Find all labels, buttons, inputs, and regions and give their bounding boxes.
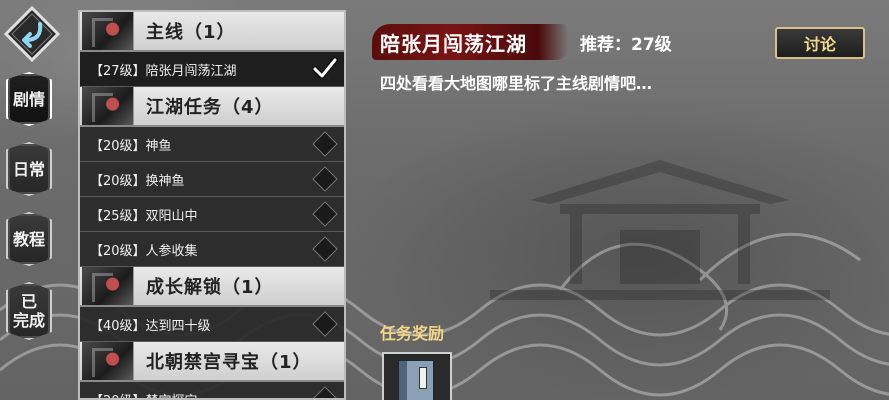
category-header-main[interactable]: 主线（1） [80,12,344,52]
quest-item-label: 【25级】双阳山中 [90,208,198,224]
category-thumbnail [82,87,134,125]
diamond-icon [312,201,338,227]
palace-gate-illustration [490,160,830,300]
reward-label: 任务奖励 [380,324,445,343]
category-thumbnail [82,342,134,380]
quest-item[interactable]: 【20级】禁宫探宝 [80,382,344,399]
tab-tutorial[interactable]: 教程 [6,212,52,266]
book-icon [398,360,434,400]
quest-item-label: 【40级】达到四十级 [90,318,211,334]
quest-item[interactable]: 【25级】双阳山中 [80,197,344,232]
category-header-jianghu[interactable]: 江湖任务（4） [80,87,344,127]
category-header-palace[interactable]: 北朝禁宫寻宝（1） [80,342,344,382]
quest-item[interactable]: 【27级】陪张月闯荡江湖 [80,52,344,87]
quest-list-panel: 主线（1） 【27级】陪张月闯荡江湖 江湖任务（4） 【20级】神鱼 【20级】… [78,10,346,400]
category-title: 江湖任务（4） [146,97,274,118]
category-title: 主线（1） [146,22,236,43]
quest-item[interactable]: 【20级】神鱼 [80,127,344,162]
tab-story[interactable]: 剧情 [6,72,52,126]
tab-tutorial-label: 教程 [12,229,45,249]
tab-story-label: 剧情 [12,89,45,109]
check-icon [312,57,338,79]
quest-item[interactable]: 【20级】换神鱼 [80,162,344,197]
tab-completed[interactable]: 已 完成 [6,282,52,340]
diamond-icon [312,386,338,398]
quest-description: 四处看看大地图哪里标了主线剧情吧… [380,74,653,93]
tab-completed-label: 已 完成 [13,292,45,330]
quest-item-label: 【27级】陪张月闯荡江湖 [90,63,237,79]
back-arrow-icon[interactable] [4,6,60,62]
quest-item-label: 【20级】换神鱼 [90,173,185,189]
quest-title: 陪张月闯荡江湖 [380,31,527,56]
recommended-level: 推荐：27级 [580,35,672,55]
tab-completed-label-line2: 完成 [12,311,45,330]
category-thumbnail [82,12,134,50]
diamond-icon [312,131,338,157]
discuss-button[interactable]: 讨论 [775,27,865,59]
category-header-growth[interactable]: 成长解锁（1） [80,267,344,307]
quest-item[interactable]: 【40级】达到四十级 [80,307,344,342]
tab-completed-label-line1: 已 [20,292,37,311]
diamond-icon [312,166,338,192]
quest-title-banner: 陪张月闯荡江湖 [372,22,582,62]
tab-daily[interactable]: 日常 [6,142,52,196]
quest-item-label: 【20级】人参收集 [90,243,198,259]
quest-item[interactable]: 【20级】人参收集 [80,232,344,267]
quest-item-label: 【20级】神鱼 [90,138,172,154]
quest-item-label: 【20级】禁宫探宝 [90,390,198,399]
diamond-icon [312,311,338,337]
diamond-icon [312,236,338,262]
category-title: 北朝禁宫寻宝（1） [146,352,312,373]
category-title: 成长解锁（1） [146,277,274,298]
category-thumbnail [82,267,134,305]
reward-item-slot[interactable] [382,352,452,400]
tab-daily-label: 日常 [12,159,45,179]
